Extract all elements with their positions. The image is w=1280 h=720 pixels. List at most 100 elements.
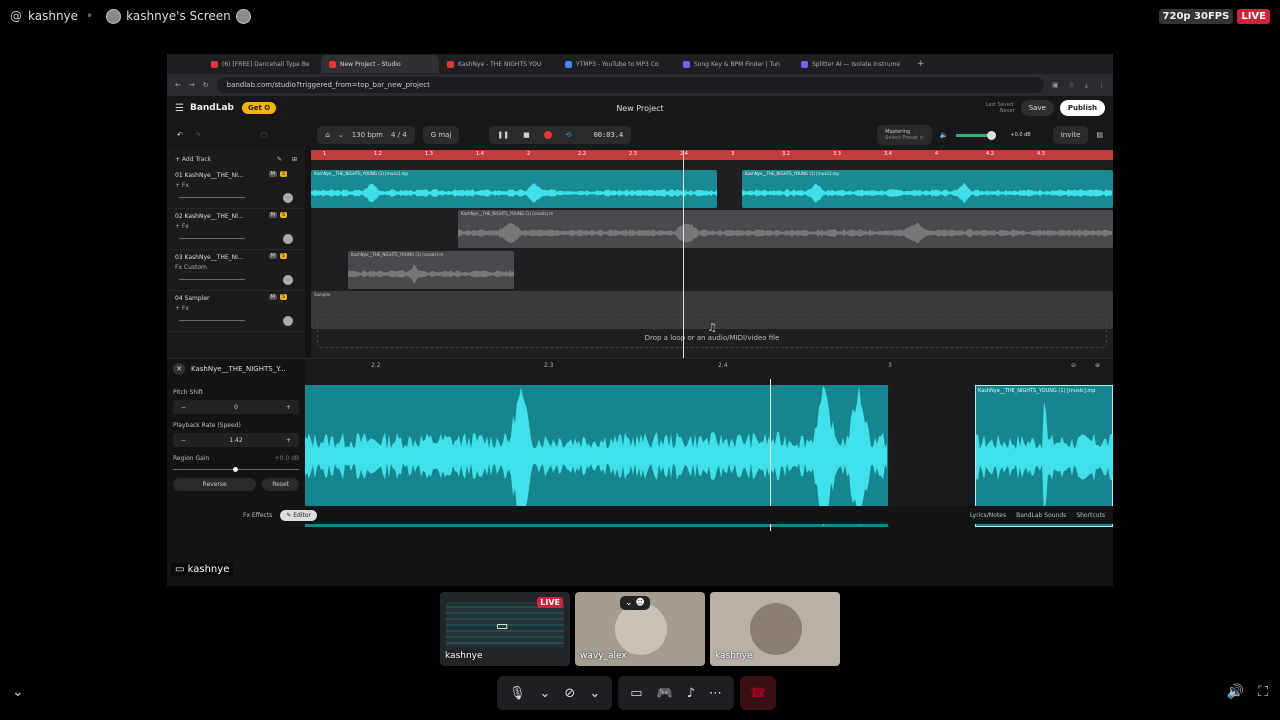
editor-tab[interactable]: ✎ Editor bbox=[280, 509, 318, 521]
microphone-icon[interactable]: 🎙 bbox=[509, 686, 526, 701]
redo-icon[interactable]: ↷ bbox=[195, 131, 201, 139]
mute-button[interactable]: M bbox=[268, 212, 277, 218]
pan-knob[interactable] bbox=[283, 316, 293, 326]
audio-clip[interactable]: KashNye__THE_NIGHTS_YOUNG (1) (vocals).m bbox=[348, 251, 514, 289]
chevron-down-icon[interactable]: ⌄ bbox=[12, 684, 24, 700]
participant-tile[interactable]: kashnye bbox=[710, 592, 840, 666]
timeline[interactable]: 11.21.31.422.22.32.433.23.33.444.24.3 Ka… bbox=[311, 150, 1113, 358]
track-header[interactable]: 03 KashNye__THE_NI... Fx Custom M S bbox=[167, 250, 305, 291]
chevron-down-icon[interactable]: ⌄ bbox=[540, 686, 551, 701]
mastering-button[interactable]: Mastering Select Preset > bbox=[877, 125, 932, 145]
url-field[interactable]: bandlab.com/studio?triggered_from=top_ba… bbox=[216, 77, 1044, 93]
audio-clip[interactable]: KashNye__THE_NIGHTS_YOUNG (1) [music].mp bbox=[742, 170, 1113, 208]
library-icon[interactable]: ▢ bbox=[261, 131, 268, 139]
chevron-down-icon[interactable]: ⌄ bbox=[589, 686, 600, 701]
invite-button[interactable]: Invite bbox=[1052, 126, 1089, 144]
playback-rate-stepper[interactable]: − 1.42 + bbox=[173, 433, 299, 447]
plus-icon[interactable]: + bbox=[286, 404, 291, 411]
undo-icon[interactable]: ↶ bbox=[177, 131, 183, 139]
record-icon[interactable] bbox=[543, 131, 552, 139]
timeline-ruler[interactable]: 11.21.31.422.22.32.433.23.33.444.24.3 bbox=[311, 150, 1113, 160]
audio-clip[interactable]: KashNye__THE_NIGHTS_YOUNG (1) (vocals).m bbox=[458, 210, 1113, 248]
track-header[interactable]: 02 KashNye__THE_NI... + Fx M S bbox=[167, 209, 305, 250]
browser-tab-active[interactable]: New Project - Studio bbox=[321, 55, 439, 73]
save-button[interactable]: Save bbox=[1020, 100, 1054, 116]
pan-knob[interactable] bbox=[283, 234, 293, 244]
download-icon[interactable]: ⤓ bbox=[1085, 81, 1088, 90]
time-signature[interactable]: 4 / 4 bbox=[391, 131, 407, 139]
shortcuts-button[interactable]: Shortcuts bbox=[1076, 512, 1105, 519]
reset-button[interactable]: Reset bbox=[262, 478, 299, 491]
new-tab-icon[interactable]: + bbox=[917, 59, 925, 69]
pitch-shift-stepper[interactable]: − 0 + bbox=[173, 400, 299, 414]
zoom-out-icon[interactable]: ⊖ bbox=[1071, 362, 1076, 369]
stop-icon[interactable]: ■ bbox=[523, 131, 530, 139]
solo-button[interactable]: S bbox=[279, 253, 287, 259]
master-volume-slider[interactable] bbox=[956, 130, 997, 140]
mute-button[interactable]: M bbox=[268, 171, 277, 177]
participant-tile[interactable]: ⌄ ☻ wavy_alex bbox=[575, 592, 705, 666]
region-gain-slider[interactable] bbox=[173, 467, 299, 472]
solo-button[interactable]: S bbox=[279, 212, 287, 218]
bandlab-logo[interactable]: BandLab bbox=[190, 103, 234, 113]
bookmark-icon[interactable]: ☆ bbox=[1069, 81, 1075, 90]
track-volume-slider[interactable] bbox=[179, 238, 245, 239]
wand-icon[interactable]: ✎ bbox=[277, 156, 282, 163]
editor-ruler[interactable]: 2.2 2.3 2.4 3 ⊖ ⊕ bbox=[305, 359, 1113, 373]
track-volume-slider[interactable] bbox=[179, 279, 245, 280]
close-icon[interactable]: ✕ bbox=[173, 363, 185, 375]
minus-icon[interactable]: − bbox=[181, 437, 186, 444]
editor-waveform-view[interactable]: 2.2 2.3 2.4 3 ⊖ ⊕ KashNye__THE_NIGHTS_YO… bbox=[305, 359, 1113, 531]
forward-icon[interactable]: → bbox=[189, 81, 195, 89]
loop-icon[interactable]: ⟲ bbox=[566, 131, 572, 139]
get-membership-button[interactable]: Get ✪ bbox=[242, 102, 277, 114]
lyrics-notes-button[interactable]: Lyrics/Notes bbox=[970, 512, 1006, 519]
bandlab-sounds-button[interactable]: BandLab Sounds bbox=[1016, 512, 1066, 519]
browser-tab[interactable]: Song Key & BPM Finder | Tun bbox=[675, 60, 793, 68]
zoom-in-icon[interactable]: ⊕ bbox=[1095, 362, 1100, 369]
shared-screen[interactable]: (6) [FREE] Dancehall Type Be New Project… bbox=[167, 54, 1113, 586]
solo-button[interactable]: S bbox=[279, 294, 287, 300]
track-header[interactable]: 04 Sampler + Fx M S bbox=[167, 291, 305, 332]
audio-clip[interactable]: KashNye__THE_NIGHTS_YOUNG (1) [music].mp bbox=[311, 170, 717, 208]
extension-icon[interactable]: ▣ bbox=[1052, 81, 1059, 90]
pan-knob[interactable] bbox=[283, 275, 293, 285]
reload-icon[interactable]: ↻ bbox=[203, 81, 209, 89]
hamburger-icon[interactable]: ☰ bbox=[175, 103, 184, 114]
plus-icon[interactable]: + bbox=[286, 437, 291, 444]
camera-off-icon[interactable]: ⊘ bbox=[564, 686, 575, 701]
key-selector[interactable]: G maj bbox=[422, 126, 460, 144]
track-volume-slider[interactable] bbox=[179, 197, 245, 198]
playhead[interactable] bbox=[683, 150, 684, 358]
speaker-icon[interactable]: 🔈 bbox=[940, 131, 949, 139]
soundboard-icon[interactable]: ♪ bbox=[687, 686, 695, 701]
activity-icon[interactable]: 🎮 bbox=[657, 686, 673, 701]
pan-knob[interactable] bbox=[283, 193, 293, 203]
people-icon[interactable]: ⌄ ☻ bbox=[620, 596, 650, 610]
menu-icon[interactable]: ⋮ bbox=[1098, 81, 1105, 90]
track-volume-slider[interactable] bbox=[179, 320, 245, 321]
effects-tab[interactable]: Fx Effects bbox=[243, 512, 272, 519]
mute-button[interactable]: M bbox=[268, 294, 277, 300]
track-header[interactable]: 01 KashNye__THE_NI... + Fx M S bbox=[167, 168, 305, 209]
grid-icon[interactable]: ⊞ bbox=[292, 156, 297, 163]
tempo-group[interactable]: ⌂ ⌄ 130 bpm 4 / 4 bbox=[317, 126, 415, 144]
mute-button[interactable]: M bbox=[268, 253, 277, 259]
browser-tab[interactable]: YTMP3 - YouTube to MP3 Co bbox=[557, 60, 675, 68]
browser-tab[interactable]: Splitter AI — Isolate Instrume bbox=[793, 60, 911, 68]
participant-tile[interactable]: LIVE ▭ kashnye bbox=[440, 592, 570, 666]
pause-icon[interactable]: ❚❚ bbox=[497, 131, 509, 139]
drop-zone[interactable]: ♫ Drop a loop or an audio/MIDI/video fil… bbox=[317, 314, 1107, 348]
more-icon[interactable]: ⋯ bbox=[709, 686, 722, 701]
screen-share-icon[interactable]: ▭ bbox=[630, 686, 642, 701]
solo-button[interactable]: S bbox=[279, 171, 287, 177]
browser-tab[interactable]: (6) [FREE] Dancehall Type Be bbox=[203, 60, 321, 68]
add-track-button[interactable]: + Add Track ✎ ⊞ bbox=[167, 150, 305, 168]
reverse-button[interactable]: Reverse bbox=[173, 478, 257, 491]
disconnect-button[interactable]: ☎ bbox=[740, 676, 777, 710]
fullscreen-icon[interactable]: ⛶ bbox=[1258, 684, 1268, 700]
volume-icon[interactable]: 🔊 bbox=[1227, 684, 1244, 700]
metronome-icon[interactable]: ⌂ bbox=[325, 131, 329, 139]
minus-icon[interactable]: − bbox=[181, 404, 186, 411]
bpm-value[interactable]: 130 bpm bbox=[352, 131, 383, 139]
